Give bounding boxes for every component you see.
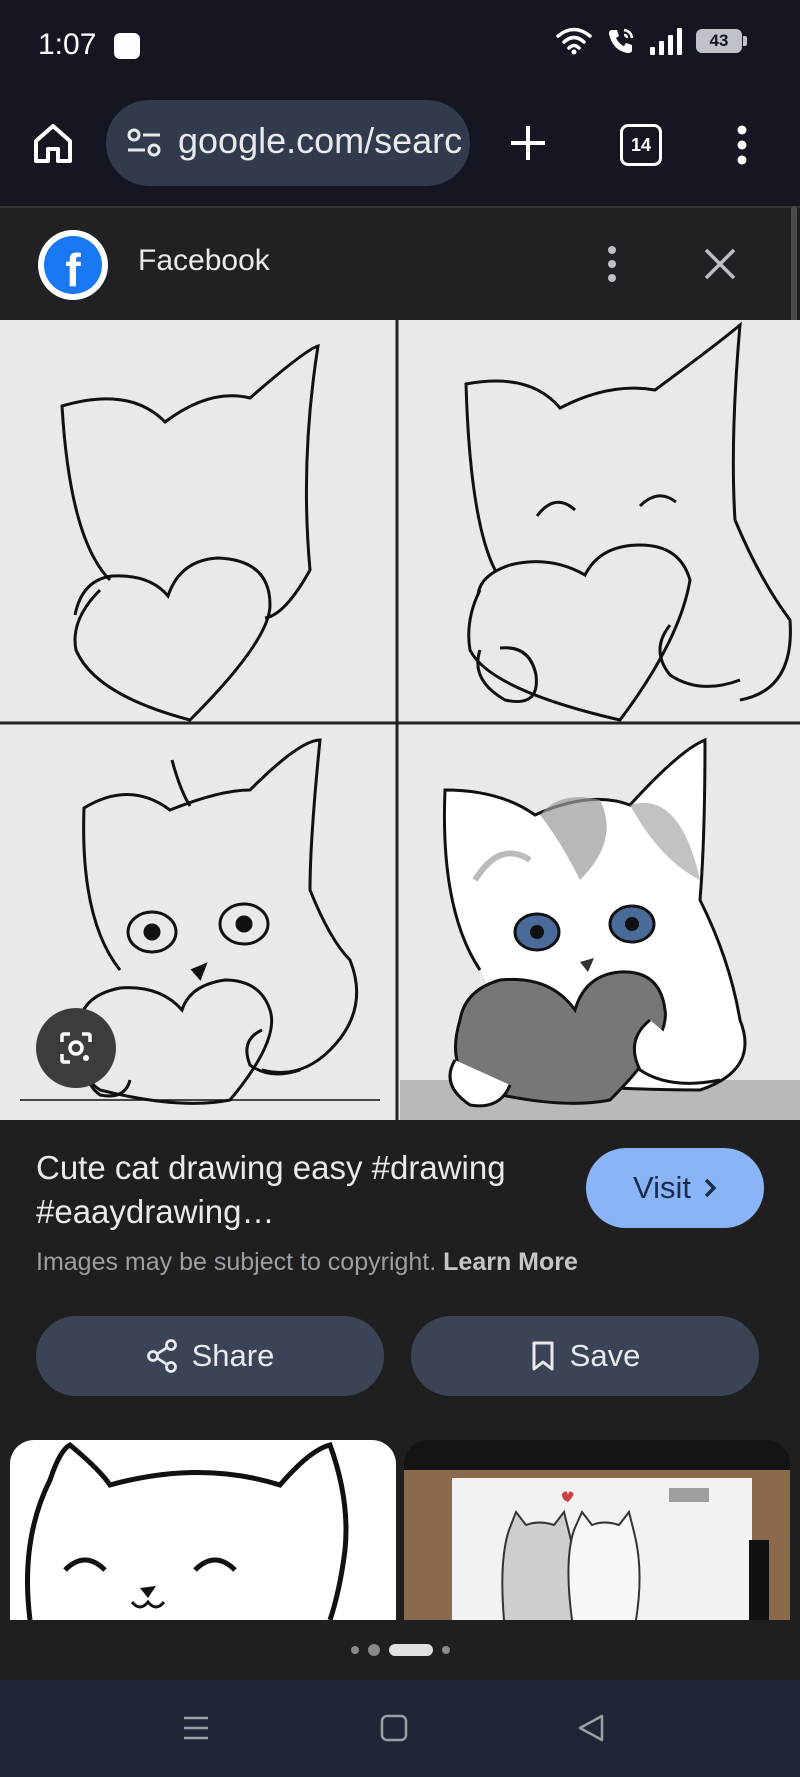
scrollbar[interactable] <box>791 206 797 326</box>
share-button[interactable]: Share <box>36 1316 384 1396</box>
source-header <box>0 206 800 322</box>
related-image-2[interactable] <box>404 1440 790 1620</box>
wifi-calling-icon <box>609 28 634 53</box>
copyright-notice: Images may be subject to copyright. Lear… <box>36 1248 578 1277</box>
pager-dot-active <box>388 1644 433 1656</box>
related-image-1[interactable] <box>10 1440 396 1620</box>
more-vert-icon <box>608 246 616 282</box>
home-icon <box>34 124 72 163</box>
home-square-icon[interactable] <box>374 1708 414 1748</box>
save-label: Save <box>569 1338 641 1373</box>
address-bar[interactable]: google.com/searc <box>106 100 470 186</box>
home-button[interactable] <box>30 120 76 166</box>
status-time: 1:07 <box>38 28 97 61</box>
carousel-pager <box>0 1620 800 1680</box>
url-text[interactable]: google.com/searc <box>178 120 462 162</box>
recents-icon[interactable] <box>176 1708 216 1748</box>
lens-search-button[interactable] <box>36 1008 116 1088</box>
share-label: Share <box>191 1338 275 1373</box>
learn-more-link[interactable]: Learn More <box>443 1248 578 1276</box>
more-options-button[interactable] <box>732 122 752 168</box>
new-tab-button[interactable] <box>505 120 551 166</box>
pager-dot <box>441 1646 450 1654</box>
pager-dot <box>367 1644 380 1656</box>
save-button[interactable]: Save <box>411 1316 759 1396</box>
main-image[interactable] <box>0 320 800 1120</box>
close-icon <box>704 248 736 280</box>
back-triangle-icon[interactable] <box>572 1708 612 1748</box>
two-cats-thumbnail <box>404 1470 790 1620</box>
cat-drawing-steps-image <box>0 320 800 1120</box>
facebook-logo-letter: f <box>44 236 102 294</box>
cat-face-thumbnail <box>25 1442 349 1620</box>
bookmark-icon <box>532 1341 554 1371</box>
copyright-text: Images may be subject to copyright. <box>36 1248 437 1276</box>
image-title[interactable]: Cute cat drawing easy #drawing #eaaydraw… <box>36 1146 556 1234</box>
facebook-logo: f <box>38 230 108 300</box>
tab-switcher-button[interactable]: 14 <box>620 124 662 166</box>
lens-icon <box>60 1032 92 1064</box>
visit-button[interactable]: Visit <box>586 1148 764 1228</box>
battery-indicator: 43 <box>696 29 747 53</box>
visit-label: Visit <box>632 1170 691 1205</box>
notification-app-icon <box>114 33 140 59</box>
signal-icon <box>650 27 682 55</box>
plus-icon <box>511 126 545 160</box>
source-name: Facebook <box>138 244 270 277</box>
chevron-right-icon <box>704 1178 717 1198</box>
tune-icon[interactable] <box>126 126 162 158</box>
source-menu-button[interactable] <box>602 244 622 284</box>
status-icons: 43 <box>556 26 747 56</box>
more-vert-icon <box>737 125 747 165</box>
share-icon <box>146 1339 177 1373</box>
close-button[interactable] <box>700 244 740 284</box>
pager-dot <box>350 1646 359 1654</box>
wifi-icon <box>556 27 592 55</box>
